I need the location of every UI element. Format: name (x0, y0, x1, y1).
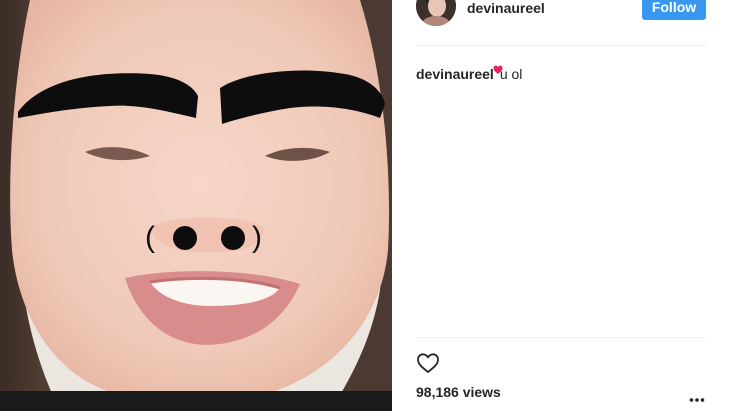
avatar-image (416, 0, 456, 26)
post-sidebar: devinaureel Follow devinaureel u ol 98,18… (392, 0, 730, 411)
caption-username[interactable]: devinaureel (416, 66, 494, 82)
heart-outline-icon[interactable] (416, 351, 440, 375)
follow-button[interactable]: Follow (642, 0, 706, 20)
post-username[interactable]: devinaureel (467, 0, 545, 16)
post-actions: 98,186 views (416, 337, 706, 411)
views-count: 98,186 views (416, 384, 501, 400)
caption-text: u ol (499, 66, 523, 82)
avatar[interactable] (416, 0, 456, 26)
svg-text:(: ( (145, 221, 155, 254)
selfie-image: ( ) (0, 0, 392, 411)
post-photo[interactable]: ( ) (0, 0, 392, 411)
post-caption: devinaureel u ol (416, 61, 522, 83)
more-options-icon[interactable] (689, 390, 705, 402)
instagram-post: ( ) devinaureel Follow devinaureel u ol … (0, 0, 730, 411)
post-header: devinaureel Follow (416, 0, 706, 46)
svg-text:): ) (252, 221, 262, 254)
